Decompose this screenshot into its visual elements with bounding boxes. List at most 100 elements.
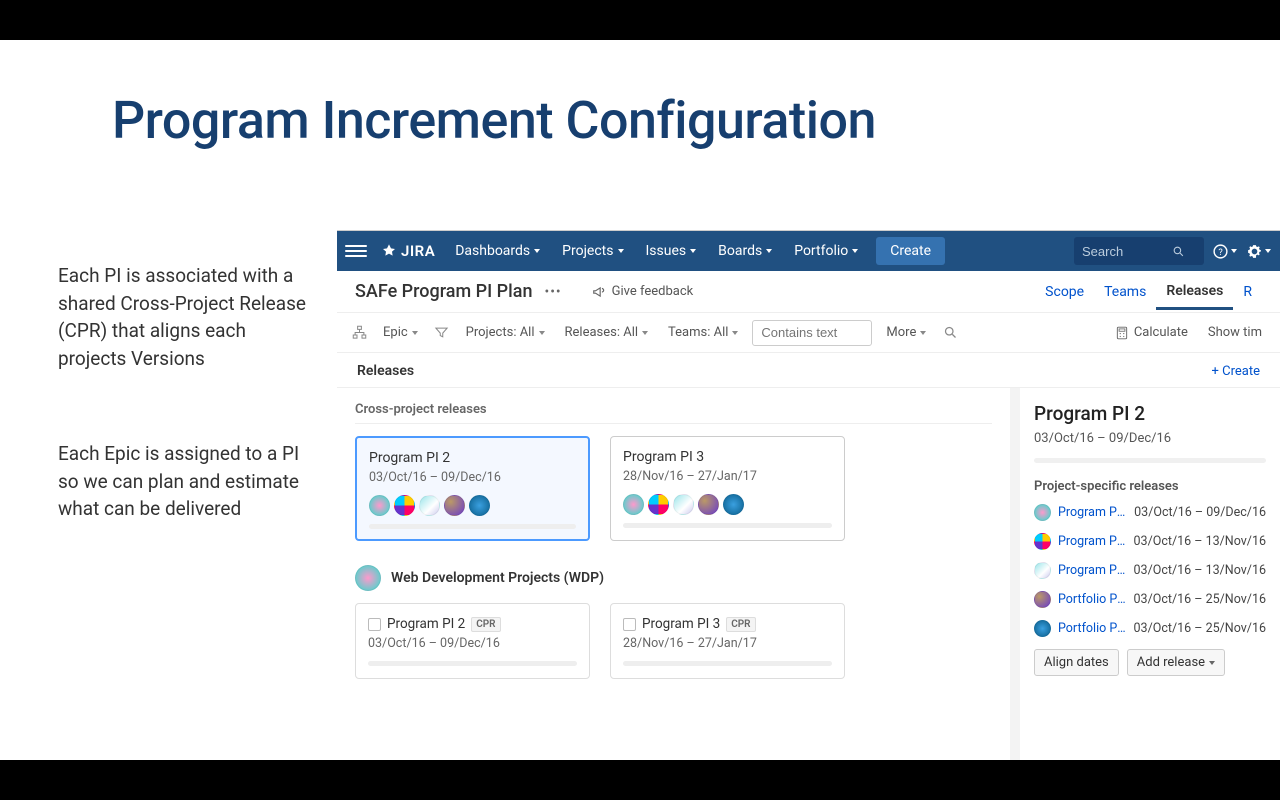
card-dates: 28/Nov/16 – 27/Jan/17 [623,469,832,484]
progress-bar [623,523,832,528]
release-link[interactable]: Portfolio PI 2… [1058,621,1127,636]
chevron-down-icon [1209,661,1215,665]
section-header: Releases + Create [337,353,1280,387]
slide-paragraph-2: Each Epic is assigned to a PI so we can … [58,440,318,523]
nav-issues[interactable]: Issues [636,231,707,271]
checkbox[interactable] [623,618,636,631]
epic-dropdown[interactable]: Epic [377,321,424,344]
chevron-down-icon [539,331,545,335]
specific-release-item: Program PI … 03/Oct/16 – 13/Nov/16 [1034,562,1266,579]
jira-logo-icon [381,243,397,259]
align-dates-button[interactable]: Align dates [1034,649,1119,676]
release-card-pi2[interactable]: Program PI 2 03/Oct/16 – 09/Dec/16 [355,436,590,541]
release-card-pi3[interactable]: Program PI 3 28/Nov/16 – 27/Jan/17 [610,436,845,541]
card-title: Program PI 2 [387,616,465,632]
create-release-link[interactable]: + Create [1212,364,1260,379]
release-dates: 03/Oct/16 – 25/Nov/16 [1134,592,1266,607]
filter-bar: Epic Projects: All Releases: All Teams: … [337,313,1280,353]
search-icon [943,325,958,340]
search-box[interactable] [1074,237,1204,265]
teams-filter[interactable]: Teams: All [662,321,744,344]
cpr-badge: CPR [726,617,755,632]
release-link[interactable]: Program PI … [1058,534,1127,549]
chevron-down-icon [766,249,772,253]
project-avatar-icon [469,495,490,516]
card-title: Program PI 3 [623,449,832,465]
release-dates: 03/Oct/16 – 13/Nov/16 [1134,563,1266,578]
calculator-icon [1115,326,1129,340]
filter-icon[interactable] [432,323,452,343]
section-title: Releases [357,363,414,379]
nav-dashboards[interactable]: Dashboards [445,231,550,271]
hierarchy-icon[interactable] [349,323,369,343]
project-header: SAFe Program PI Plan ••• Give feedback S… [337,271,1280,313]
project-group-name: Web Development Projects (WDP) [391,570,604,586]
project-avatar-icon [394,495,415,516]
release-link[interactable]: Portfolio PI 2… [1058,592,1127,607]
card-dates: 03/Oct/16 – 09/Dec/16 [368,636,577,651]
projects-filter[interactable]: Projects: All [460,321,551,344]
more-actions-button[interactable]: ••• [544,284,561,300]
jira-logo[interactable]: JIRA [381,242,435,260]
card-avatars [623,494,832,515]
project-avatar-icon [648,494,669,515]
chevron-down-icon [852,249,858,253]
text-filter-input[interactable] [752,320,872,346]
search-input[interactable] [1082,244,1172,259]
search-icon [1172,245,1185,258]
show-timeline-button[interactable]: Show tim [1202,321,1268,344]
release-dates: 03/Oct/16 – 25/Nov/16 [1134,621,1266,636]
project-avatar-icon [419,495,440,516]
tab-releases[interactable]: Releases [1156,273,1233,310]
jira-app: JIRA Dashboards Projects Issues Boards P… [337,230,1280,760]
help-button[interactable]: ? [1210,237,1238,265]
card-title: Program PI 2 [369,450,576,466]
settings-button[interactable] [1244,237,1272,265]
releases-filter[interactable]: Releases: All [559,321,655,344]
project-avatar-icon [1034,562,1051,579]
release-link[interactable]: Program PI … [1058,563,1127,578]
project-avatar-icon [698,494,719,515]
release-link[interactable]: Program PI … [1058,505,1127,520]
specific-release-item: Program PI … 03/Oct/16 – 13/Nov/16 [1034,533,1266,550]
progress-bar [368,661,577,666]
specific-release-item: Portfolio PI 2… 03/Oct/16 – 25/Nov/16 [1034,620,1266,637]
tab-more[interactable]: R [1233,274,1262,310]
cross-project-label: Cross-project releases [355,402,992,424]
detail-subheading: Project-specific releases [1034,479,1266,494]
search-filter-button[interactable] [940,323,960,343]
gear-icon [1246,243,1263,260]
card-dates: 28/Nov/16 – 27/Jan/17 [623,636,832,651]
card-avatars [369,495,576,516]
detail-dates: 03/Oct/16 – 09/Dec/16 [1034,431,1266,446]
specific-release-item: Portfolio PI 2… 03/Oct/16 – 25/Nov/16 [1034,591,1266,608]
chevron-down-icon [920,331,926,335]
project-avatar-icon [1034,591,1051,608]
menu-icon[interactable] [345,240,367,262]
project-release-card-pi3[interactable]: Program PI 3 CPR 28/Nov/16 – 27/Jan/17 [610,603,845,679]
project-avatar-icon [355,565,381,591]
tab-teams[interactable]: Teams [1094,274,1156,310]
progress-bar [623,661,832,666]
chevron-down-icon [732,331,738,335]
card-title: Program PI 3 [642,616,720,632]
slide-title: Program Increment Configuration [112,90,1280,151]
nav-portfolio[interactable]: Portfolio [784,231,868,271]
add-release-button[interactable]: Add release [1127,649,1225,676]
release-dates: 03/Oct/16 – 09/Dec/16 [1134,505,1266,520]
calculate-button[interactable]: Calculate [1115,325,1188,340]
chevron-down-icon [412,331,418,335]
more-filter[interactable]: More [880,321,932,344]
chevron-down-icon [690,249,696,253]
project-release-card-pi2[interactable]: Program PI 2 CPR 03/Oct/16 – 09/Dec/16 [355,603,590,679]
tab-scope[interactable]: Scope [1035,274,1094,310]
project-avatar-icon [723,494,744,515]
svg-text:?: ? [1218,247,1222,258]
chevron-down-icon [618,249,624,253]
release-dates: 03/Oct/16 – 13/Nov/16 [1134,534,1266,549]
nav-projects[interactable]: Projects [552,231,633,271]
checkbox[interactable] [368,618,381,631]
nav-boards[interactable]: Boards [708,231,782,271]
give-feedback-link[interactable]: Give feedback [592,284,694,299]
create-button[interactable]: Create [876,237,945,265]
